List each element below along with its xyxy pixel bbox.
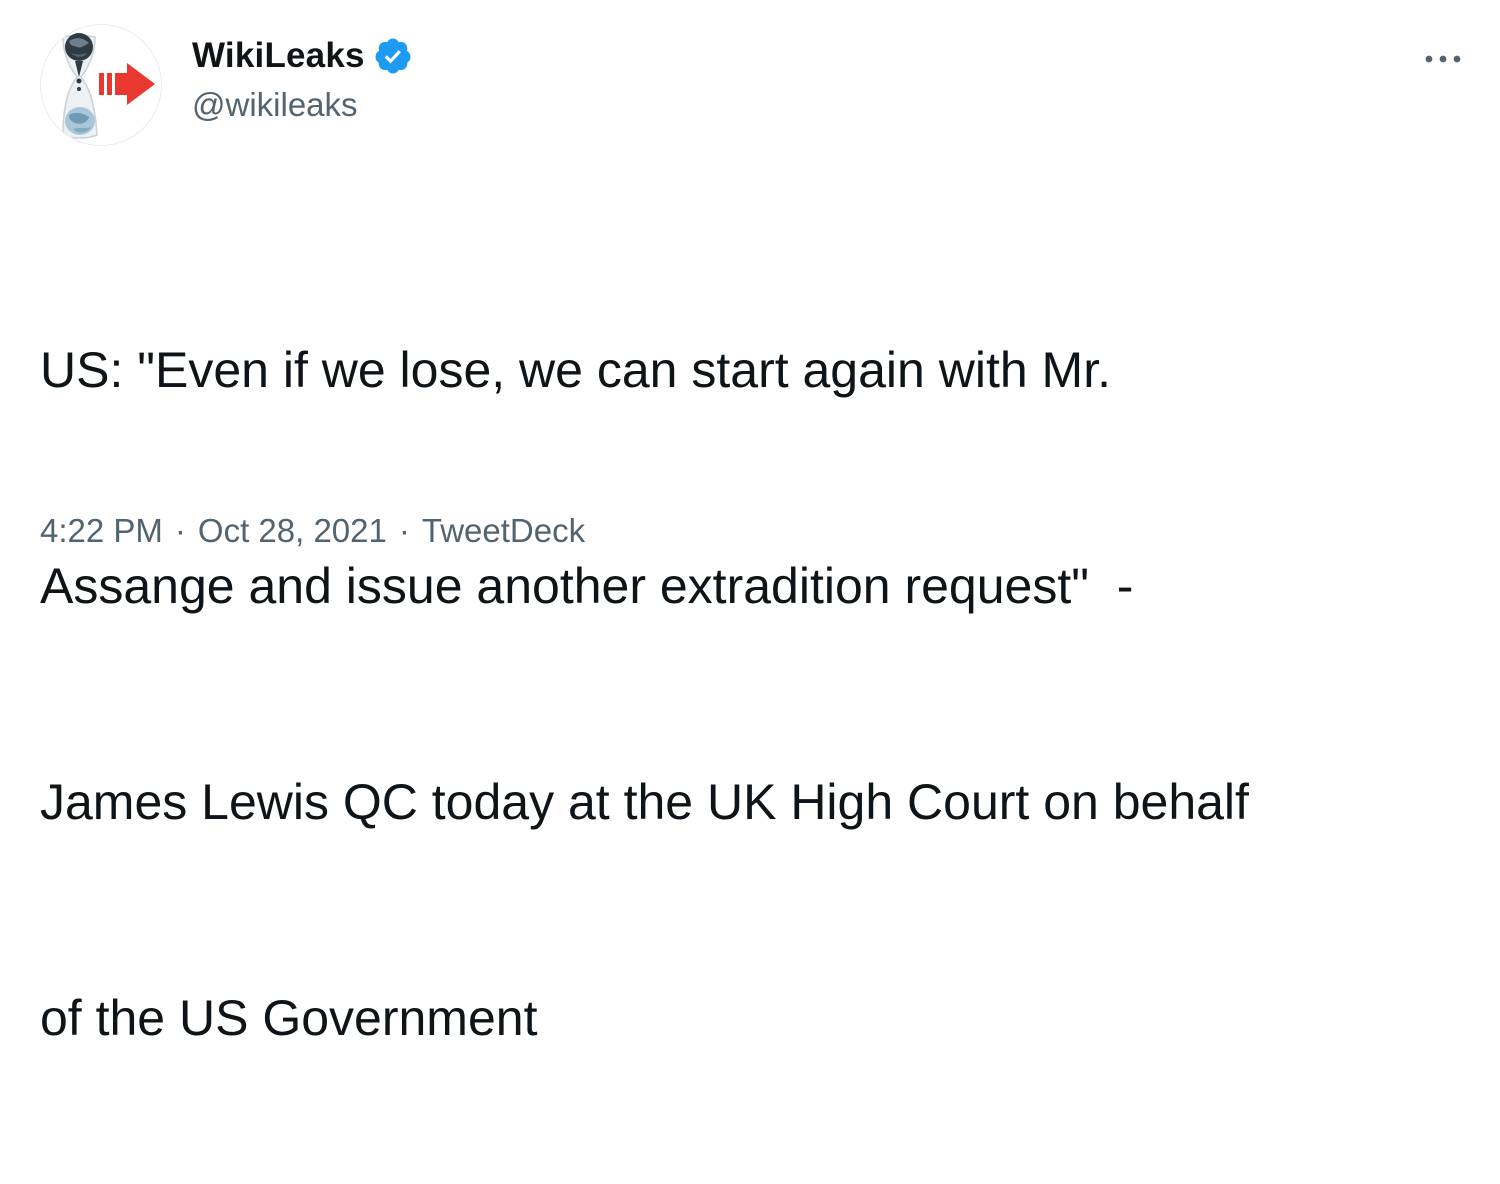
author-name-row: WikiLeaks xyxy=(192,32,413,80)
separator: · xyxy=(174,512,186,549)
tweet-date[interactable]: Oct 28, 2021 xyxy=(198,512,387,550)
tweet-author: WikiLeaks @wikileaks xyxy=(192,32,413,124)
tweet-metadata: 4:22 PM · Oct 28, 2021 · TweetDeck xyxy=(40,512,585,550)
wikileaks-hourglass-logo-icon xyxy=(62,33,155,139)
tweet-text-line: of the US Government xyxy=(40,990,538,1046)
tweet-text: US: "Even if we lose, we can start again… xyxy=(40,190,1460,1184)
tweet-time[interactable]: 4:22 PM xyxy=(40,512,163,550)
author-display-name[interactable]: WikiLeaks xyxy=(192,36,365,76)
tweet-text-line: US: "Even if we lose, we can start again… xyxy=(40,342,1111,398)
tweet-text-line: James Lewis QC today at the UK High Cour… xyxy=(40,774,1249,830)
tweet-source[interactable]: TweetDeck xyxy=(422,512,585,550)
more-options-icon xyxy=(1425,55,1461,63)
more-options-button[interactable] xyxy=(1420,36,1466,82)
separator: · xyxy=(398,512,410,549)
avatar[interactable] xyxy=(40,24,162,146)
tweet-text-line: Assange and issue another extradition re… xyxy=(40,558,1134,614)
tweet-card: WikiLeaks @wikileaks US: "Even if we los… xyxy=(0,0,1500,1046)
author-handle[interactable]: @wikileaks xyxy=(192,86,413,124)
verified-badge-icon xyxy=(373,36,413,76)
